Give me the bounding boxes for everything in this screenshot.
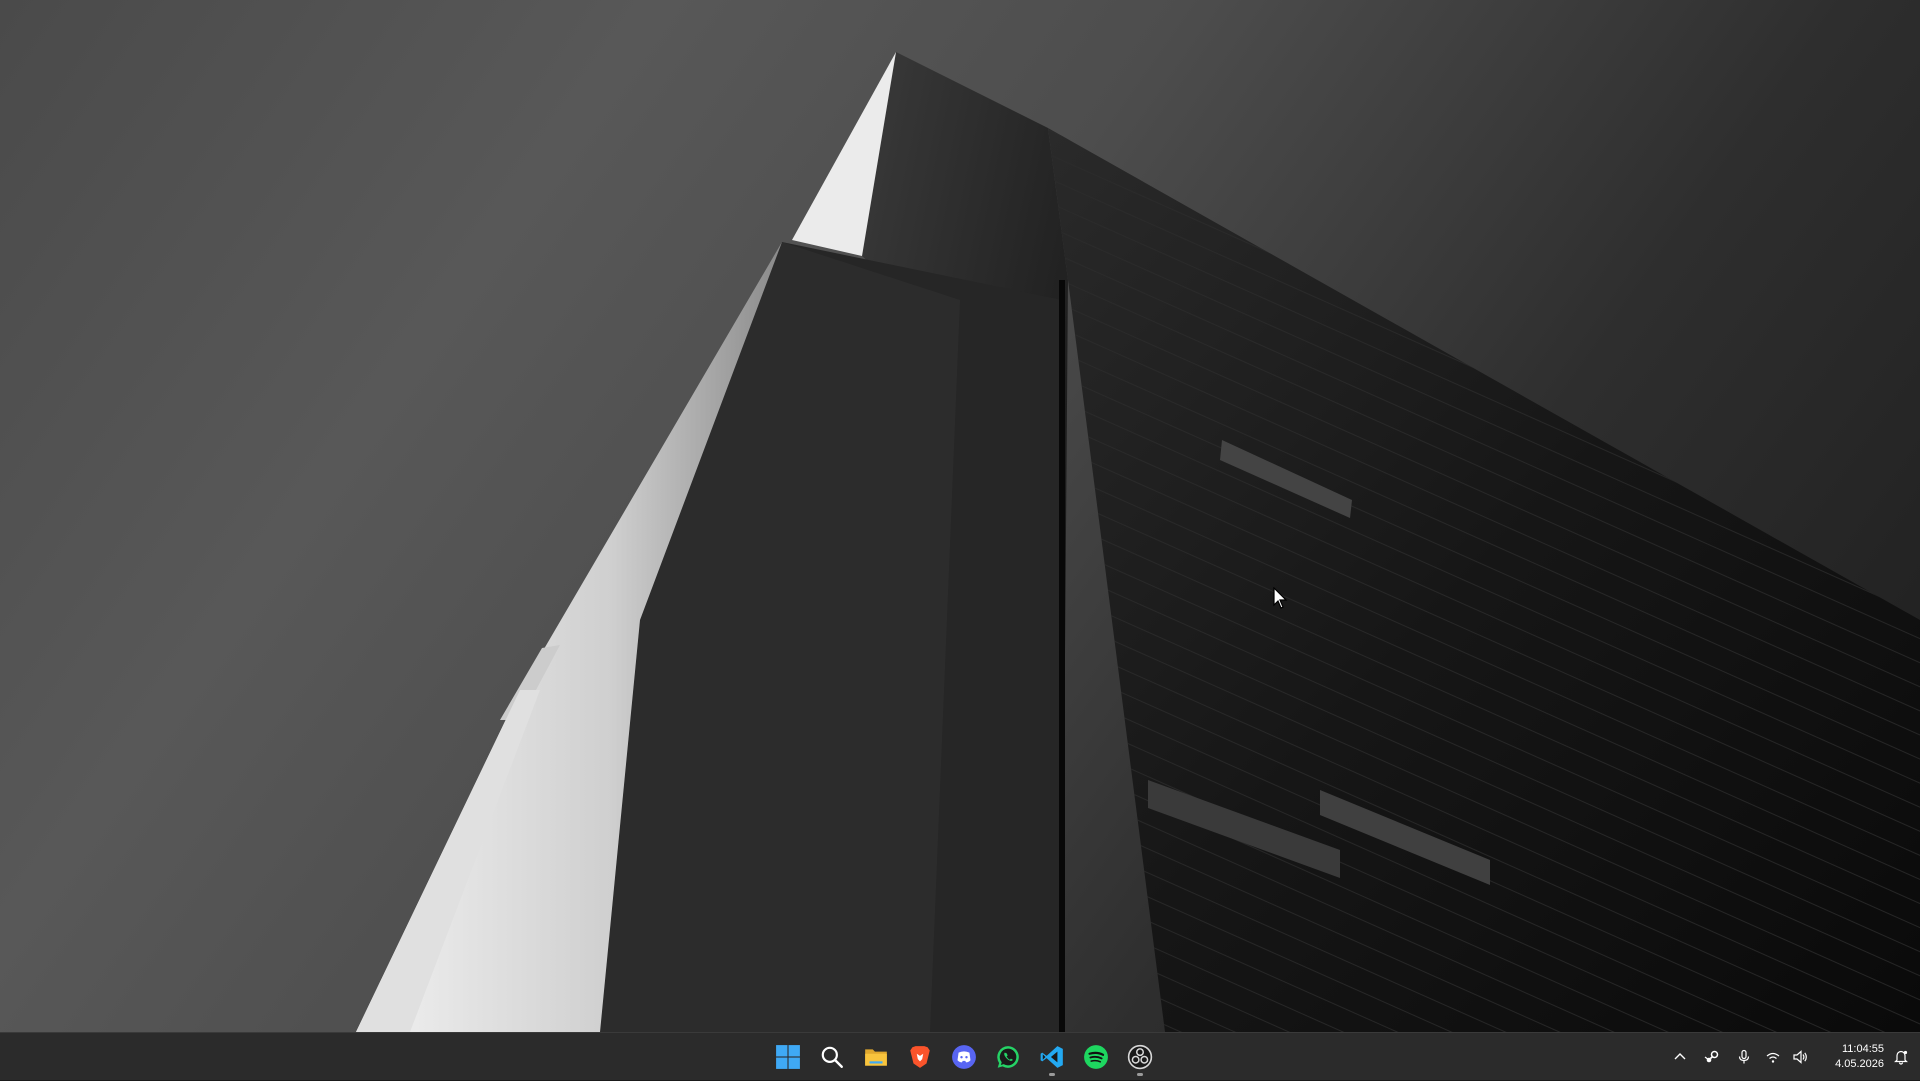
discord-button[interactable] [942, 1037, 986, 1077]
taskbar-pinned-apps [766, 1033, 1162, 1081]
desktop[interactable] [0, 0, 1920, 1032]
brave-lion-icon [910, 1046, 930, 1068]
wallpaper-building-image [356, 52, 1920, 1032]
microphone-tray-button[interactable] [1728, 1037, 1760, 1077]
whatsapp-button[interactable] [986, 1037, 1030, 1077]
clock-time: 11:04:55 [1841, 1043, 1884, 1055]
clock-button[interactable]: 11:04:55 4.05.2026 [1814, 1037, 1888, 1077]
chevron-up-icon [1674, 1053, 1686, 1060]
notification-center-button[interactable] [1888, 1037, 1914, 1077]
spotify-button[interactable] [1074, 1037, 1118, 1077]
search-icon [821, 1046, 843, 1068]
start-button[interactable] [766, 1037, 810, 1077]
steam-tray-button[interactable] [1696, 1037, 1728, 1077]
vscode-icon [1040, 1046, 1063, 1068]
vscode-running-indicator [1049, 1073, 1055, 1076]
discord-icon [952, 1045, 976, 1069]
volume-icon [1793, 1050, 1807, 1064]
notification-bell-icon [1894, 1050, 1908, 1065]
brave-browser-button[interactable] [898, 1037, 942, 1077]
search-button[interactable] [810, 1037, 854, 1077]
whatsapp-icon [997, 1046, 1019, 1068]
obs-running-indicator [1137, 1073, 1143, 1076]
windows-start-icon [776, 1045, 800, 1069]
show-hidden-icons-button[interactable] [1664, 1037, 1696, 1077]
file-explorer-button[interactable] [854, 1037, 898, 1077]
clock-date: 4.05.2026 [1835, 1058, 1884, 1070]
vscode-button[interactable] [1030, 1037, 1074, 1077]
folder-icon [865, 1049, 887, 1066]
network-tray-button[interactable] [1760, 1037, 1786, 1077]
obs-icon [1127, 1044, 1153, 1070]
mouse-cursor-icon [1273, 587, 1288, 609]
wifi-icon [1766, 1052, 1780, 1063]
steam-icon [1704, 1050, 1719, 1063]
microphone-icon [1738, 1049, 1750, 1064]
volume-tray-button[interactable] [1786, 1037, 1814, 1077]
obs-studio-button[interactable] [1118, 1037, 1162, 1077]
spotify-icon [1084, 1045, 1108, 1069]
system-tray: 11:04:55 4.05.2026 [1664, 1033, 1920, 1081]
taskbar: 11:04:55 4.05.2026 [0, 1032, 1920, 1080]
